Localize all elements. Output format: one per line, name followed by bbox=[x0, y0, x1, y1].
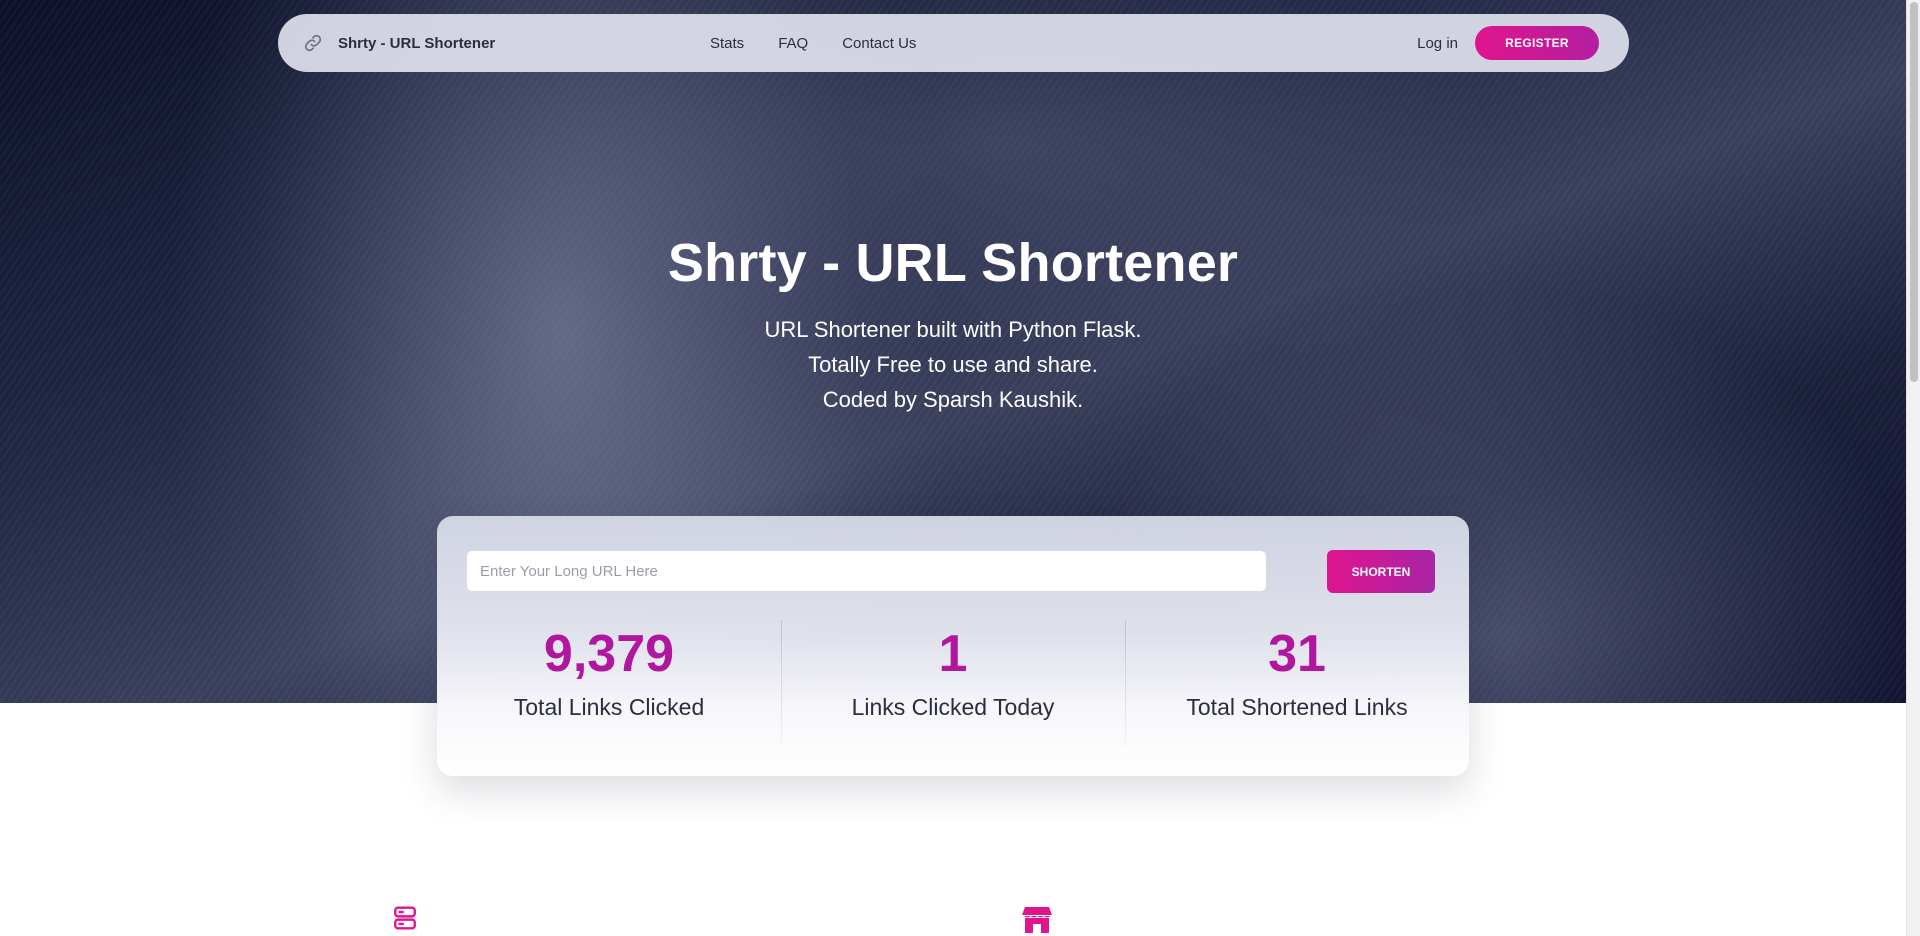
nav-link-stats[interactable]: Stats bbox=[710, 35, 744, 52]
navbar: Shrty - URL Shortener Stats FAQ Contact … bbox=[278, 14, 1629, 72]
stat-label: Total Links Clicked bbox=[513, 694, 705, 720]
vertical-scrollbar[interactable] bbox=[1906, 0, 1920, 936]
shorten-button[interactable]: SHORTEN bbox=[1327, 550, 1435, 593]
stat-label: Total Shortened Links bbox=[1186, 694, 1408, 720]
hero-description: URL Shortener built with Python Flask. T… bbox=[0, 312, 1906, 417]
hero-title: Shrty - URL Shortener bbox=[667, 233, 1239, 293]
nav-link-faq[interactable]: FAQ bbox=[778, 35, 808, 52]
stat-total-shortened: 31 Total Shortened Links bbox=[1125, 620, 1469, 760]
hero-line: Totally Free to use and share. bbox=[808, 352, 1098, 377]
register-button[interactable]: REGISTER bbox=[1475, 26, 1599, 60]
store-icon bbox=[1022, 905, 1052, 936]
stat-value: 1 bbox=[938, 625, 968, 683]
stat-value: 9,379 bbox=[543, 625, 675, 683]
scrollbar-thumb[interactable] bbox=[1910, 2, 1918, 382]
brand[interactable]: Shrty - URL Shortener bbox=[302, 14, 495, 72]
hero-line: Coded by Sparsh Kaushik. bbox=[822, 387, 1084, 412]
server-icon bbox=[392, 905, 418, 936]
stat-label: Links Clicked Today bbox=[851, 694, 1055, 720]
link-icon bbox=[302, 32, 324, 54]
shortener-card: SHORTEN 9,379 Total Links Clicked 1 Link… bbox=[437, 516, 1469, 776]
login-link[interactable]: Log in bbox=[1417, 35, 1458, 52]
url-input[interactable] bbox=[466, 550, 1267, 592]
brand-name: Shrty - URL Shortener bbox=[338, 34, 496, 52]
stat-total-clicks: 9,379 Total Links Clicked bbox=[437, 620, 781, 760]
stat-value: 31 bbox=[1268, 625, 1326, 683]
nav-actions: Log in REGISTER bbox=[1417, 14, 1599, 72]
stats-row: 9,379 Total Links Clicked 1 Links Clicke… bbox=[437, 620, 1469, 760]
nav-link-contact[interactable]: Contact Us bbox=[842, 35, 916, 52]
stat-clicks-today: 1 Links Clicked Today bbox=[781, 620, 1125, 760]
nav-links: Stats FAQ Contact Us bbox=[710, 14, 950, 72]
hero-line: URL Shortener built with Python Flask. bbox=[764, 317, 1142, 342]
